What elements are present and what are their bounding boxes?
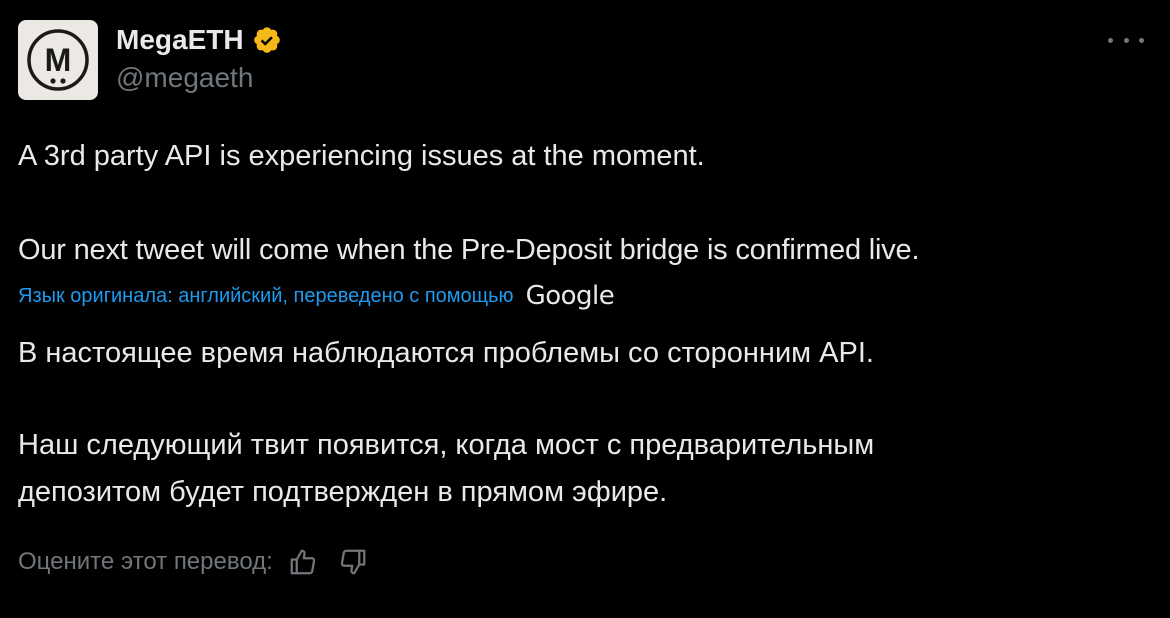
translated-text-line: Наш следующий твит появится, когда мост …	[18, 429, 875, 461]
tweet-text-line: A 3rd party API is experiencing issues a…	[18, 140, 705, 172]
thumbs-up-icon[interactable]	[287, 546, 319, 578]
avatar[interactable]: M	[18, 20, 98, 100]
more-options-icon[interactable]	[1108, 30, 1144, 50]
tweet-text-line: Our next tweet will come when the Pre-De…	[18, 234, 920, 266]
thumbs-down-icon[interactable]	[337, 546, 369, 578]
avatar-letter: M	[45, 42, 72, 78]
handle[interactable]: @megaeth	[116, 62, 282, 94]
rate-translation: Оцените этот перевод:	[18, 546, 369, 578]
google-logo: Google	[525, 281, 615, 311]
translated-text-line: В настоящее время наблюдаются проблемы с…	[18, 337, 874, 369]
translation-note-link[interactable]: Язык оригинала: английский, переведено с…	[18, 285, 514, 308]
translated-text-line: депозитом будет подтвержден в прямом эфи…	[18, 476, 668, 508]
translation-note: Язык оригинала: английский, переведено с…	[18, 281, 615, 311]
display-name[interactable]: MegaETH	[116, 24, 244, 56]
name-row: MegaETH	[116, 22, 282, 58]
author-block: MegaETH @megaeth	[116, 22, 282, 94]
megaeth-logo: M	[27, 29, 89, 91]
verified-badge-icon[interactable]	[252, 25, 282, 55]
rate-translation-label: Оцените этот перевод:	[18, 548, 273, 575]
